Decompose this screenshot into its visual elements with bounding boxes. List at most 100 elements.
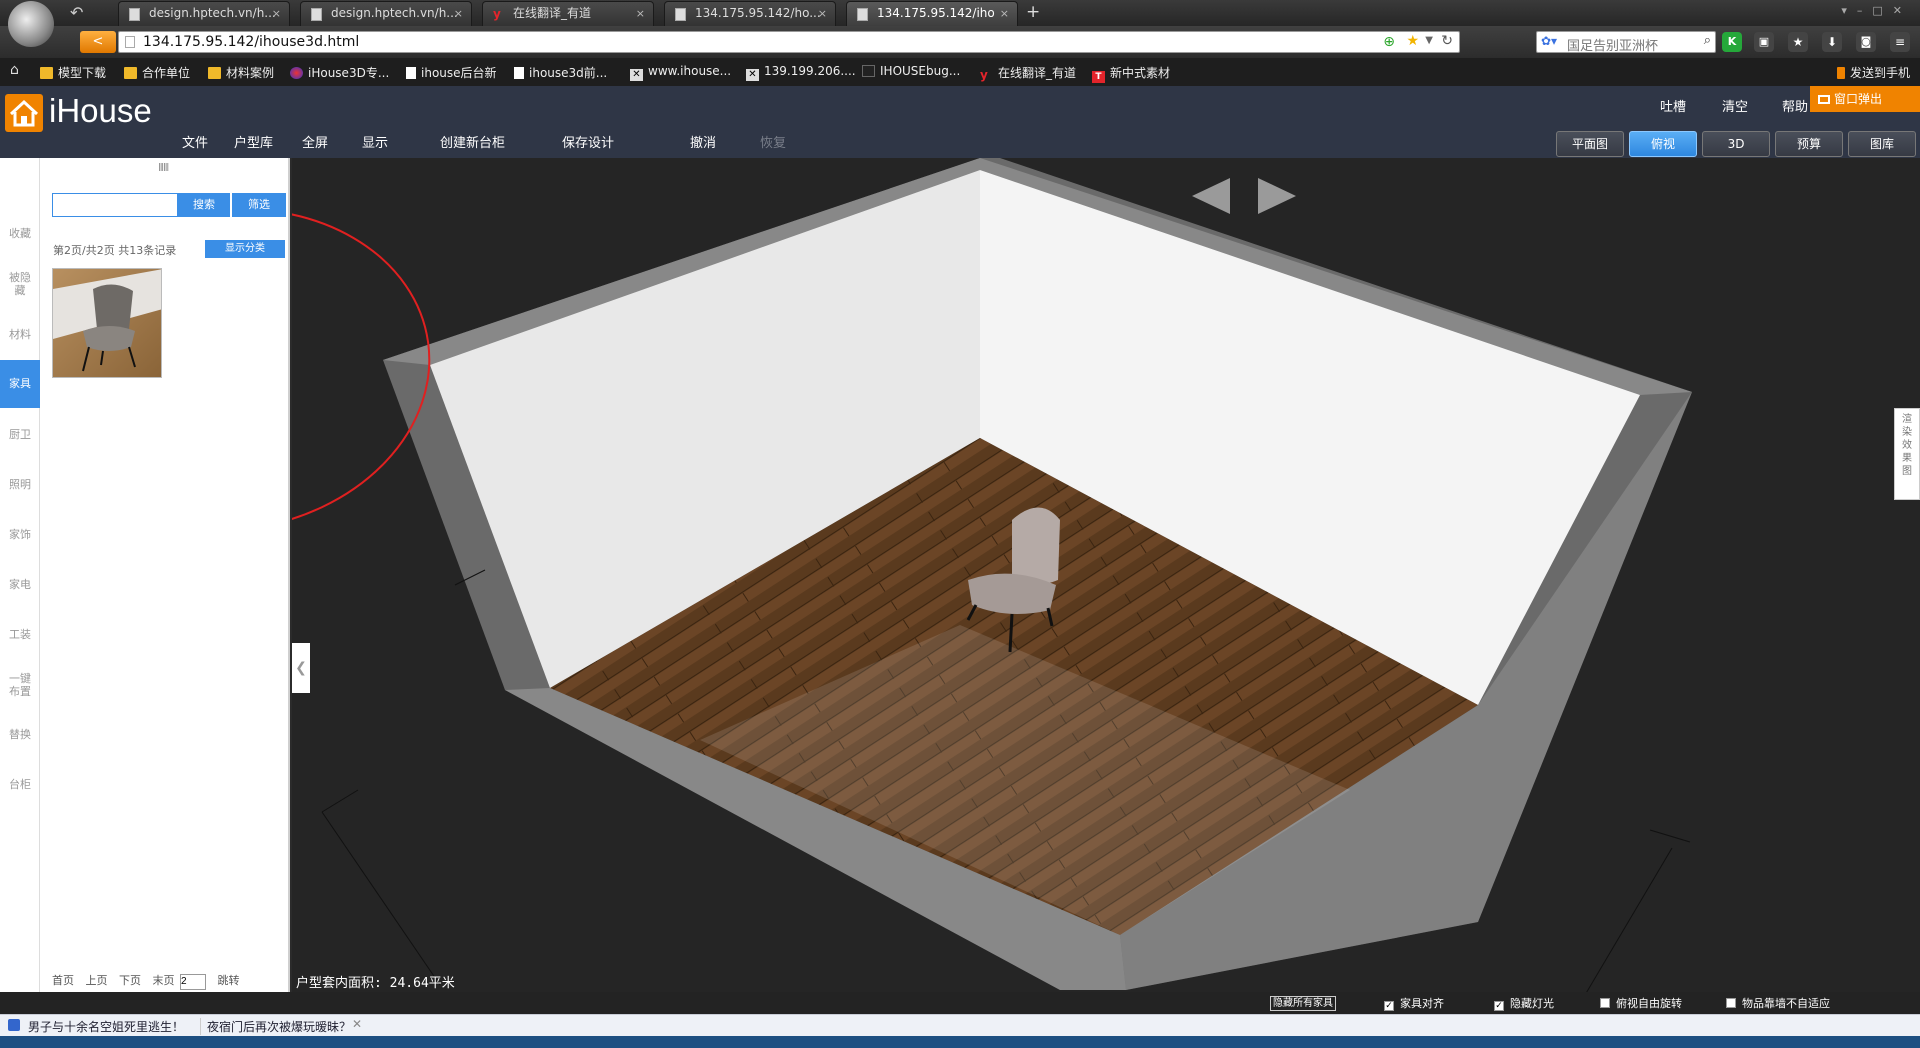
close-icon[interactable]: × [818, 2, 827, 25]
menu-create-cabinet[interactable]: 创建新台柜 [440, 132, 505, 151]
bookmark-item[interactable]: IHOUSEbug... [862, 64, 960, 78]
clear-link[interactable]: 清空 [1722, 96, 1748, 115]
close-window-icon[interactable]: ✕ [1893, 4, 1912, 17]
sidebar-item-tooling[interactable]: 工装 [0, 628, 40, 641]
panel-drag-handle[interactable]: |||||| [158, 162, 169, 171]
sidebar-item-appliances[interactable]: 家电 [0, 578, 40, 591]
bookmark-item[interactable]: ihouse后台新 [406, 64, 497, 81]
search-button[interactable]: 搜索 [178, 193, 230, 217]
option-free-rotate[interactable]: 俯视自由旋转 [1600, 995, 1682, 1011]
skin-icon[interactable]: ▾ [1841, 4, 1857, 17]
bookmark-item[interactable]: ihouse3d前... [514, 64, 607, 81]
search-field[interactable]: ✿▾ 国足告别亚洲杯 ⌕ [1536, 31, 1716, 54]
bookmark-item[interactable]: 合作单位 [124, 64, 190, 81]
view-floorplan-button[interactable]: 平面图 [1556, 131, 1624, 157]
sidebar-item-materials[interactable]: 材料 [0, 328, 40, 341]
close-icon[interactable]: × [454, 2, 463, 25]
menu-file[interactable]: 文件 [182, 132, 208, 151]
option-furniture-align[interactable]: ✓ 家具对齐 [1384, 995, 1444, 1011]
option-hide-lights[interactable]: ✓ 隐藏灯光 [1494, 995, 1554, 1011]
minimize-icon[interactable]: – [1857, 4, 1873, 17]
extension-k-icon[interactable]: K [1722, 32, 1742, 52]
browser-tab-active[interactable]: 134.175.95.142/iho × [846, 1, 1018, 26]
dropdown-icon[interactable]: ▼ [1425, 35, 1433, 46]
last-page-link[interactable]: 末页 [153, 974, 175, 987]
sidebar-item-cabinet[interactable]: 台柜 [0, 778, 40, 791]
download-icon[interactable]: ⬇ [1822, 32, 1842, 52]
menu-display[interactable]: 显示 [362, 132, 388, 151]
sidebar-item-decor[interactable]: 家饰 [0, 528, 40, 541]
close-icon[interactable]: × [636, 2, 645, 25]
bookmark-item[interactable]: ✕ 139.199.206.... [746, 64, 856, 81]
close-icon[interactable]: × [272, 2, 281, 25]
view-gallery-button[interactable]: 图库 [1848, 131, 1916, 157]
lock-icon[interactable]: ▣ [1754, 32, 1774, 52]
search-engine-icon[interactable]: ✿▾ [1541, 34, 1557, 48]
bookmark-item[interactable]: iHouse3D专... [290, 64, 389, 81]
show-category-button[interactable]: 显示分类 [205, 240, 285, 258]
menu-fullscreen[interactable]: 全屏 [302, 132, 328, 151]
star-icon[interactable]: ★ [1788, 32, 1808, 52]
sidebar-item-favorites[interactable]: 收藏 [0, 227, 40, 240]
option-wall-snap[interactable]: 物品靠墙不自适应 [1726, 995, 1830, 1011]
close-icon[interactable]: ✕ [352, 1017, 362, 1031]
back-history-icon[interactable]: ↶ [70, 3, 83, 22]
sidebar-item-kitchen-bath[interactable]: 厨卫 [0, 428, 40, 441]
browser-logo-icon[interactable] [8, 1, 54, 47]
search-input[interactable] [52, 193, 178, 217]
next-page-link[interactable]: 下页 [119, 974, 141, 987]
home-icon[interactable]: ⌂ [10, 62, 19, 78]
favorite-star-icon[interactable]: ★ [1406, 33, 1419, 49]
browser-tab[interactable]: design.hptech.vn/h... × [300, 1, 472, 26]
sidebar-item-lighting[interactable]: 照明 [0, 478, 40, 491]
news-item[interactable]: 男子与十余名空姐死里逃生！ [28, 1018, 184, 1035]
menu-redo[interactable]: 恢复 [760, 132, 786, 151]
go-button[interactable]: 跳转 [218, 974, 240, 987]
3d-viewport[interactable]: ❮ 渲染效果图 户型套内面积: 24.64平米 [292, 158, 1920, 1001]
security-icon[interactable]: ⊕ [1383, 34, 1395, 50]
help-link[interactable]: 帮助 [1782, 96, 1808, 115]
bookmark-item[interactable]: y 在线翻译_有道 [980, 64, 1076, 81]
menu-save-design[interactable]: 保存设计 [562, 132, 614, 151]
rotate-right-arrow-icon[interactable] [1258, 178, 1296, 214]
back-button[interactable]: < [80, 31, 116, 53]
render-effect-tab[interactable]: 渲染效果图 [1894, 408, 1920, 500]
refresh-icon[interactable]: ↻ [1441, 33, 1453, 49]
chair-thumbnail[interactable] [52, 268, 162, 378]
send-to-phone-link[interactable]: 发送到手机 [1836, 64, 1910, 81]
news-item[interactable]: 夜宿门后再次被爆玩暧昧？ [200, 1018, 351, 1035]
view-topdown-button[interactable]: 俯视 [1629, 131, 1697, 157]
collapse-panel-tab[interactable]: ❮ [292, 643, 310, 693]
view-3d-button[interactable]: 3D [1702, 131, 1770, 157]
rotate-left-arrow-icon[interactable] [1192, 178, 1230, 214]
sidebar-item-furniture[interactable]: 家具 [0, 360, 40, 408]
checkbox[interactable] [1600, 998, 1610, 1008]
search-icon[interactable]: ⌕ [1704, 33, 1711, 48]
checkbox[interactable]: ✓ [1494, 1001, 1504, 1011]
browser-tab[interactable]: 134.175.95.142/ho... × [664, 1, 836, 26]
close-icon[interactable]: × [1000, 2, 1009, 25]
menu-floorplan-library[interactable]: 户型库 [234, 132, 273, 151]
prev-page-link[interactable]: 上页 [86, 974, 108, 987]
sidebar-item-one-click[interactable]: 一键布置 [0, 672, 40, 698]
game-icon[interactable]: ◙ [1856, 32, 1876, 52]
bookmark-item[interactable]: 材料案例 [208, 64, 274, 81]
hide-all-furniture-button[interactable]: 隐藏所有家具 [1270, 996, 1336, 1011]
checkbox[interactable] [1726, 998, 1736, 1008]
popup-window-button[interactable]: 窗口弹出 [1810, 86, 1920, 112]
browser-tab[interactable]: design.hptech.vn/h... × [118, 1, 290, 26]
page-number-input[interactable] [180, 973, 206, 990]
checkbox[interactable]: ✓ [1384, 1001, 1394, 1011]
first-page-link[interactable]: 首页 [52, 974, 74, 987]
maximize-icon[interactable]: □ [1872, 4, 1892, 17]
view-budget-button[interactable]: 预算 [1775, 131, 1843, 157]
sidebar-item-hidden[interactable]: 被隐藏 [0, 271, 40, 297]
url-field[interactable]: 134.175.95.142/ihouse3d.html ⊕ ★ ▼ ↻ [118, 31, 1460, 53]
bookmark-item[interactable]: 模型下载 [40, 64, 106, 81]
bookmark-item[interactable]: ✕ www.ihouse... [630, 64, 731, 81]
sidebar-item-replace[interactable]: 替换 [0, 728, 40, 741]
menu-icon[interactable]: ≡ [1890, 32, 1910, 52]
filter-button[interactable]: 筛选 [232, 193, 286, 217]
browser-tab[interactable]: y 在线翻译_有道 × [482, 1, 654, 26]
menu-undo[interactable]: 撤消 [690, 132, 716, 151]
